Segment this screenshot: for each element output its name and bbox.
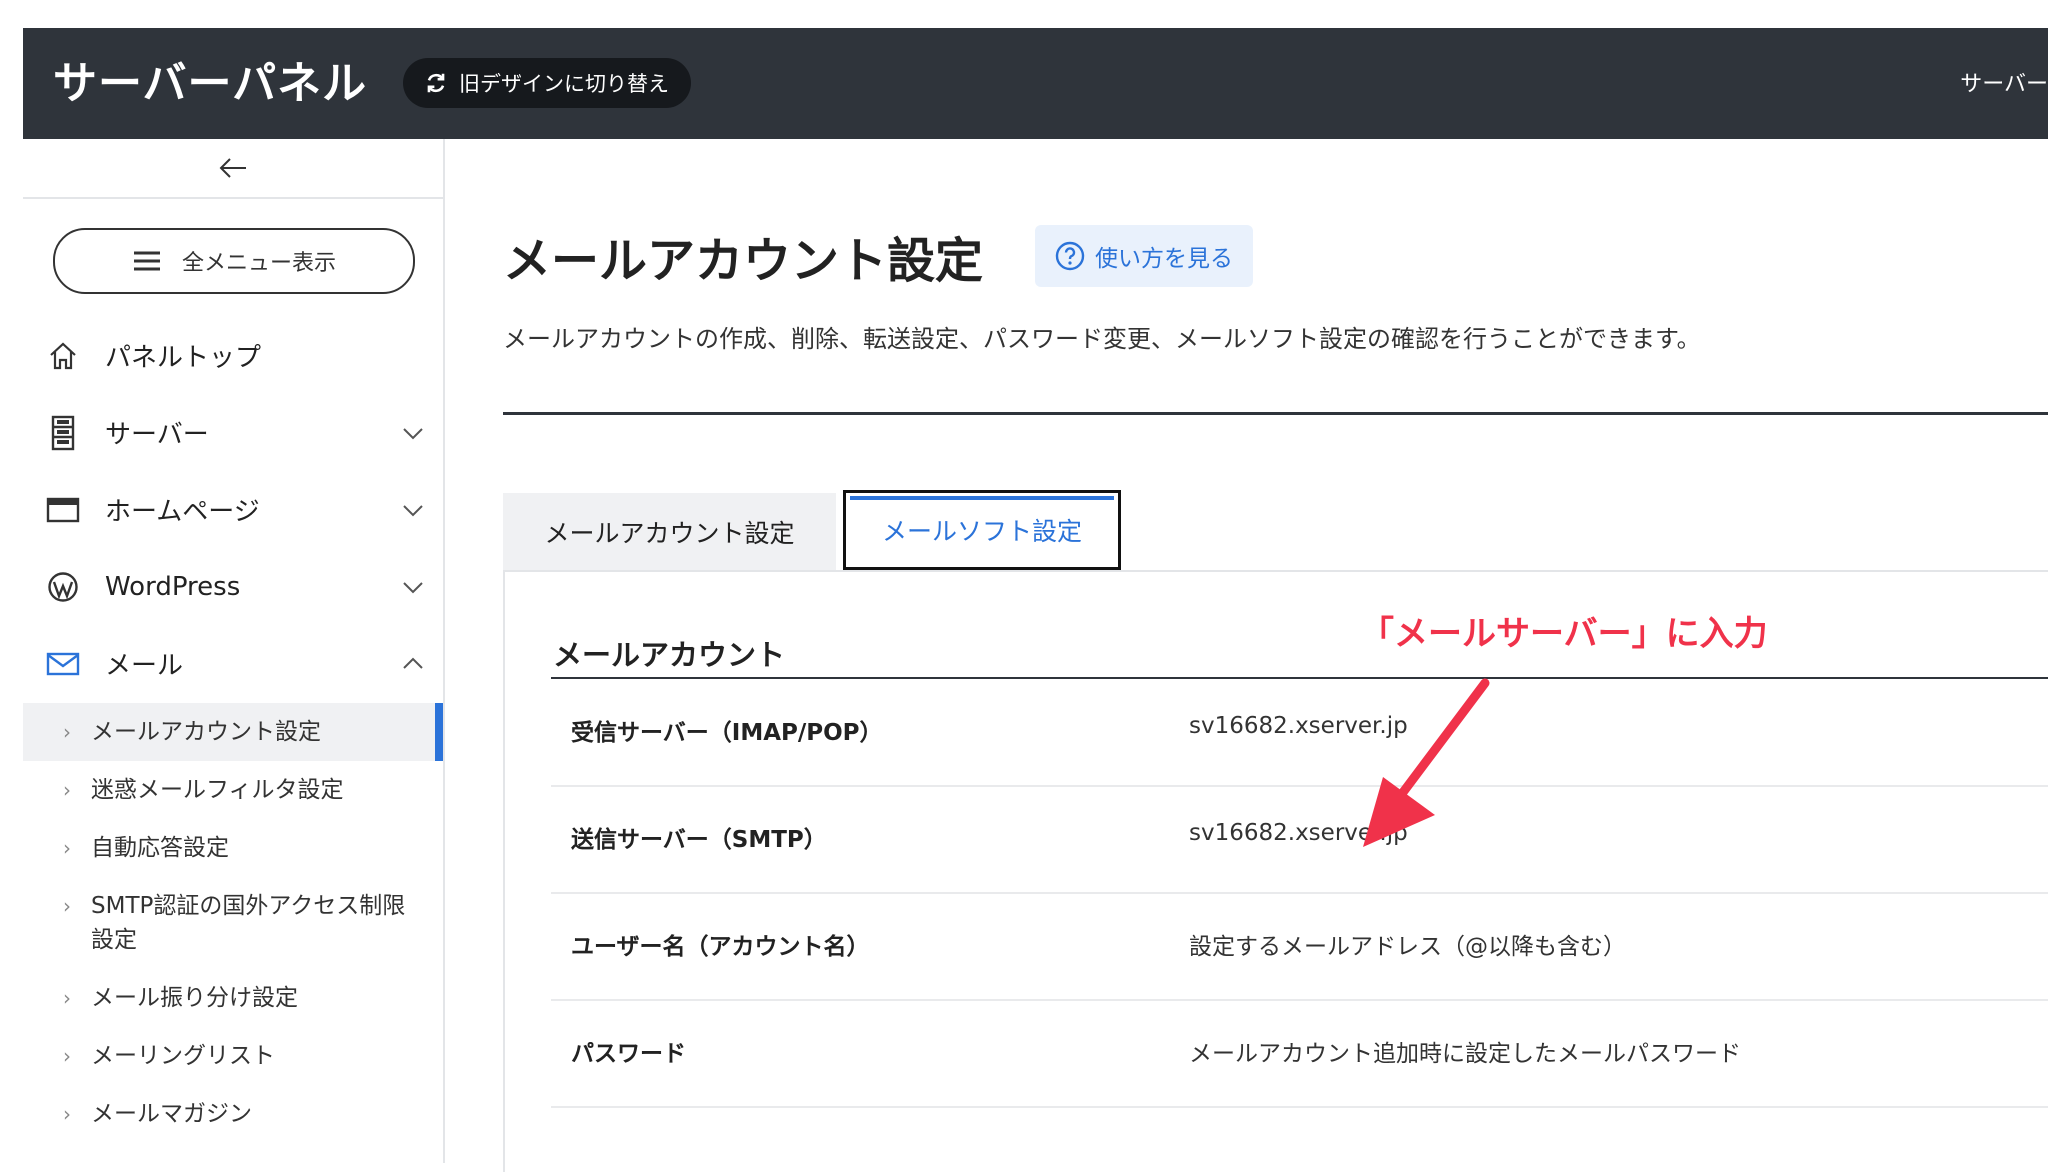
server-menu-link[interactable]: サーバー [1960, 66, 2048, 98]
sidebar-item-panel-top[interactable]: パネルトップ [23, 317, 443, 394]
brand-title: サーバーパネル [53, 58, 368, 109]
mail-submenu: › メールアカウント設定 › 迷惑メールフィルタ設定 › 自動応答設定 › SM… [23, 703, 443, 1143]
settings-panel: メールアカウント 受信サーバー（IMAP/POP） sv16682.xserve… [503, 570, 2048, 1172]
submenu-item-mailing-list[interactable]: › メーリングリスト [23, 1027, 443, 1085]
chevron-right-icon: › [63, 894, 71, 918]
chevron-right-icon: › [63, 986, 71, 1010]
server-icon [45, 415, 81, 451]
table-row: 受信サーバー（IMAP/POP） sv16682.xserver.jp [551, 679, 2048, 787]
annotation-arrow-icon [1363, 678, 1490, 847]
submenu-item-label: メールマガジン [91, 1101, 252, 1127]
top-header: サーバーパネル 旧デザインに切り替え サーバー [23, 28, 2048, 139]
submenu-item-auto-reply[interactable]: › 自動応答設定 [23, 819, 443, 877]
submenu-item-label: メール振り分け設定 [91, 985, 298, 1011]
sidebar: 全メニュー表示 パネルトップ サーバー ホームページ WordPress メール… [23, 139, 445, 1163]
table-row: パスワード メールアカウント追加時に設定したメールパスワード [551, 1000, 2048, 1108]
chevron-right-icon: › [63, 1102, 71, 1126]
chevron-right-icon: › [63, 836, 71, 860]
chevron-right-icon: › [63, 720, 71, 744]
row-key: パスワード [571, 1041, 686, 1067]
row-key: ユーザー名（アカウント名） [571, 934, 870, 960]
all-menu-label: 全メニュー表示 [181, 251, 336, 276]
howto-label: 使い方を見る [1095, 246, 1233, 272]
submenu-item-label: メールアカウント設定 [91, 719, 321, 745]
submenu-item-label: 迷惑メールフィルタ設定 [91, 777, 344, 803]
page-title: メールアカウント設定 [503, 233, 984, 289]
submenu-item-smtp-restriction[interactable]: › SMTP認証の国外アクセス制限設定 [23, 877, 421, 969]
submenu-item-spam-filter[interactable]: › 迷惑メールフィルタ設定 [23, 761, 443, 819]
chevron-up-icon [403, 657, 423, 669]
sidebar-item-server[interactable]: サーバー [23, 394, 443, 471]
divider [503, 412, 2048, 415]
submenu-item-label: SMTP認証の国外アクセス制限設定 [91, 893, 406, 953]
submenu-item-mail-account[interactable]: › メールアカウント設定 [23, 703, 443, 761]
howto-button[interactable]: 使い方を見る [1035, 225, 1253, 287]
sidebar-item-label: WordPress [105, 571, 241, 602]
switch-design-button[interactable]: 旧デザインに切り替え [403, 58, 691, 108]
chevron-down-icon [403, 581, 423, 593]
chevron-right-icon: › [63, 1044, 71, 1068]
refresh-icon [427, 73, 445, 93]
chevron-down-icon [403, 427, 423, 439]
annotation-text: 「メールサーバー」に入力 [1360, 614, 1768, 654]
arrow-left-icon [219, 158, 246, 178]
submenu-item-mail-magazine[interactable]: › メールマガジン [23, 1085, 443, 1143]
sidebar-item-homepage[interactable]: ホームページ [23, 471, 443, 548]
row-value: メールアカウント追加時に設定したメールパスワード [1189, 1041, 1741, 1067]
tab-mail-account-settings[interactable]: メールアカウント設定 [503, 493, 836, 571]
hamburger-icon [133, 251, 160, 271]
sidebar-item-label: サーバー [105, 420, 209, 450]
wordpress-icon [45, 569, 81, 605]
chevron-down-icon [403, 504, 423, 516]
chevron-right-icon: › [63, 778, 71, 802]
submenu-item-label: 自動応答設定 [91, 835, 229, 861]
submenu-item-label: メーリングリスト [91, 1043, 275, 1069]
tab-mail-software-settings[interactable]: メールソフト設定 [843, 490, 1121, 570]
mail-icon [45, 646, 81, 682]
browser-window-icon [45, 492, 81, 528]
row-key: 送信サーバー（SMTP） [571, 827, 827, 853]
main-content: メールアカウント設定 使い方を見る メールアカウントの作成、削除、転送設定、パス… [503, 139, 2048, 1172]
row-value: 設定するメールアドレス（@以降も含む） [1189, 934, 1626, 960]
all-menu-button[interactable]: 全メニュー表示 [53, 228, 415, 294]
switch-design-label: 旧デザインに切り替え [459, 72, 669, 96]
sidebar-item-label: ホームページ [105, 497, 260, 527]
table-row: 送信サーバー（SMTP） sv16682.xserver.jp [551, 786, 2048, 894]
row-key: 受信サーバー（IMAP/POP） [571, 720, 883, 746]
table-row: ユーザー名（アカウント名） 設定するメールアドレス（@以降も含む） [551, 893, 2048, 1001]
page-description: メールアカウントの作成、削除、転送設定、パスワード変更、メールソフト設定の確認を… [503, 325, 1701, 353]
sidebar-item-mail[interactable]: メール [23, 625, 443, 702]
sidebar-item-label: メール [105, 651, 184, 681]
sidebar-item-wordpress[interactable]: WordPress [23, 548, 443, 625]
help-icon [1055, 241, 1085, 271]
main-nav: パネルトップ サーバー ホームページ WordPress メール [23, 317, 443, 702]
home-icon [45, 338, 81, 374]
sidebar-item-label: パネルトップ [105, 343, 262, 373]
collapse-sidebar-button[interactable] [23, 139, 443, 199]
submenu-item-mail-sorting[interactable]: › メール振り分け設定 [23, 969, 443, 1027]
section-title: メールアカウント [553, 638, 786, 672]
